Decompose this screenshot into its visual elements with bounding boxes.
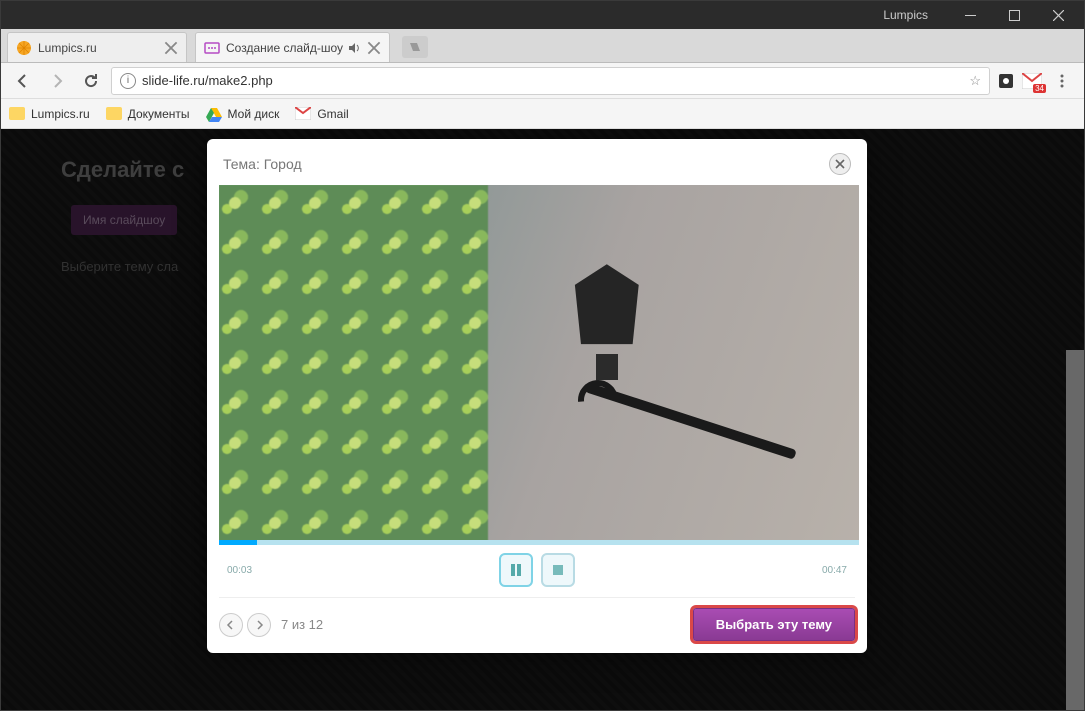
close-icon[interactable] bbox=[367, 41, 381, 55]
window-close-button[interactable] bbox=[1036, 1, 1080, 29]
address-bar[interactable]: i slide-life.ru/make2.php ☆ bbox=[111, 67, 990, 95]
tab-title: Создание слайд-шоу bbox=[226, 41, 343, 55]
bookmark-lumpics[interactable]: Lumpics.ru bbox=[9, 107, 90, 121]
bookmark-documents[interactable]: Документы bbox=[106, 107, 190, 121]
tab-strip: Lumpics.ru Создание слайд-шоу bbox=[1, 29, 1084, 63]
next-theme-button[interactable] bbox=[247, 613, 271, 637]
time-elapsed: 00:03 bbox=[227, 565, 271, 576]
video-preview[interactable] bbox=[219, 185, 859, 545]
lamp-illustration bbox=[552, 264, 662, 464]
tab-title: Lumpics.ru bbox=[38, 41, 158, 55]
bookmark-gmail[interactable]: Gmail bbox=[295, 107, 348, 121]
audio-icon[interactable] bbox=[347, 41, 361, 55]
prev-theme-button[interactable] bbox=[219, 613, 243, 637]
app-title: Lumpics bbox=[883, 8, 928, 22]
tab-slideshow[interactable]: Создание слайд-шоу bbox=[195, 32, 390, 62]
window-minimize-button[interactable] bbox=[948, 1, 992, 29]
drive-icon bbox=[206, 106, 222, 122]
site-info-icon[interactable]: i bbox=[120, 73, 136, 89]
window-maximize-button[interactable] bbox=[992, 1, 1036, 29]
pause-button[interactable] bbox=[499, 553, 533, 587]
theme-preview-modal: Тема: Город 00:03 bbox=[207, 139, 867, 653]
browser-toolbar: i slide-life.ru/make2.php ☆ 34 bbox=[1, 63, 1084, 99]
orange-favicon bbox=[16, 40, 32, 56]
gmail-icon bbox=[295, 107, 311, 120]
theme-counter: 7 из 12 bbox=[281, 617, 323, 632]
menu-button[interactable] bbox=[1048, 67, 1076, 95]
page-content: Сделайте с Имя слайдшоу Выберите тему сл… bbox=[1, 129, 1084, 710]
window-title-bar: Lumpics bbox=[1, 1, 1084, 29]
tab-lumpics[interactable]: Lumpics.ru bbox=[7, 32, 187, 62]
bookmark-star-icon[interactable]: ☆ bbox=[969, 73, 981, 89]
bookmarks-bar: Lumpics.ru Документы Мой диск Gmail bbox=[1, 99, 1084, 129]
folder-icon bbox=[106, 107, 122, 120]
folder-icon bbox=[9, 107, 25, 120]
gmail-extension-icon[interactable]: 34 bbox=[1022, 71, 1042, 91]
extension-icon[interactable] bbox=[996, 71, 1016, 91]
video-progress-track[interactable] bbox=[219, 540, 859, 545]
modal-title: Тема: Город bbox=[223, 156, 302, 172]
bookmark-label: Документы bbox=[128, 107, 190, 121]
bookmark-label: Lumpics.ru bbox=[31, 107, 90, 121]
stop-button[interactable] bbox=[541, 553, 575, 587]
time-total: 00:47 bbox=[803, 565, 847, 576]
bookmark-label: Gmail bbox=[317, 107, 348, 121]
modal-close-button[interactable] bbox=[829, 153, 851, 175]
video-progress-fill bbox=[219, 540, 257, 545]
new-tab-button[interactable] bbox=[402, 36, 428, 58]
forward-button[interactable] bbox=[43, 67, 71, 95]
bookmark-drive[interactable]: Мой диск bbox=[206, 106, 280, 122]
select-theme-button[interactable]: Выбрать эту тему bbox=[693, 608, 855, 641]
reload-button[interactable] bbox=[77, 67, 105, 95]
bookmark-label: Мой диск bbox=[228, 107, 280, 121]
close-icon[interactable] bbox=[164, 41, 178, 55]
url-text: slide-life.ru/make2.php bbox=[142, 73, 969, 88]
gmail-badge: 34 bbox=[1033, 84, 1046, 93]
slideshow-favicon bbox=[204, 40, 220, 56]
back-button[interactable] bbox=[9, 67, 37, 95]
